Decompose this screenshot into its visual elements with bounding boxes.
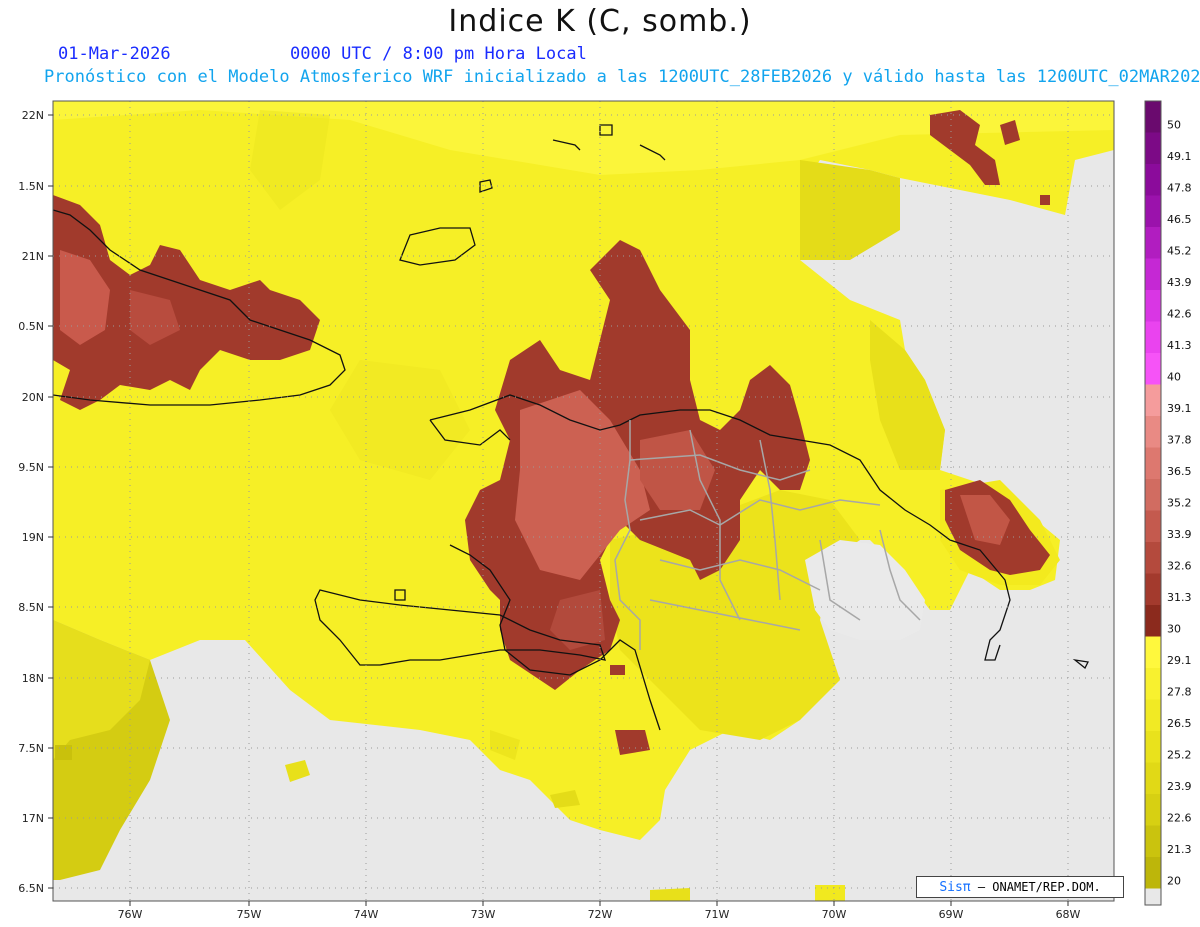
lat-label: 7.5N [18, 742, 44, 755]
legend-swatch [1145, 825, 1161, 857]
lat-label: 8.5N [18, 601, 44, 614]
legend-swatch [1145, 699, 1161, 731]
lat-label: 20N [22, 391, 44, 404]
legend-label: 26.5 [1167, 717, 1192, 730]
lat-labels: 22N 1.5N 21N 0.5N 20N 9.5N 19N 8.5N 18N … [18, 109, 44, 895]
legend-label: 33.9 [1167, 528, 1192, 541]
legend-label: 21.3 [1167, 843, 1192, 856]
legend-swatch [1145, 762, 1161, 794]
legend-label: 45.2 [1167, 245, 1192, 258]
legend-swatch [1145, 258, 1161, 290]
legend-label: 25.2 [1167, 749, 1192, 762]
legend-nodata-swatch [1145, 888, 1161, 905]
lon-label: 72W [588, 908, 613, 921]
lat-label: 17N [22, 812, 44, 825]
lat-label: 21N [22, 250, 44, 263]
lat-label: 22N [22, 109, 44, 122]
legend-label: 23.9 [1167, 780, 1192, 793]
legend-swatch [1145, 479, 1161, 511]
legend-label: 20 [1167, 875, 1181, 888]
sis-logo: Sisπ [939, 880, 971, 895]
legend-swatch [1145, 447, 1161, 479]
lon-label: 76W [118, 908, 143, 921]
lon-label: 73W [471, 908, 496, 921]
legend-swatch [1145, 321, 1161, 353]
legend-label: 30 [1167, 623, 1181, 636]
credit-box: Sisπ – ONAMET/REP.DOM. [916, 876, 1124, 898]
lat-label: 18N [22, 672, 44, 685]
legend-label: 29.1 [1167, 654, 1192, 667]
legend-swatch [1145, 195, 1161, 227]
legend-swatch [1145, 416, 1161, 448]
lat-label: 1.5N [18, 180, 44, 193]
legend-label: 36.5 [1167, 465, 1192, 478]
legend-label: 49.1 [1167, 150, 1192, 163]
lon-label: 75W [237, 908, 262, 921]
lon-label: 68W [1056, 908, 1081, 921]
legend-label: 31.3 [1167, 591, 1192, 604]
lon-label: 71W [705, 908, 730, 921]
legend-label: 40 [1167, 371, 1181, 384]
legend-swatch [1145, 573, 1161, 605]
weather-map: 22N 1.5N 21N 0.5N 20N 9.5N 19N 8.5N 18N … [18, 100, 1192, 921]
credit-text: – ONAMET/REP.DOM. [977, 880, 1101, 894]
legend-label: 46.5 [1167, 213, 1192, 226]
legend-label: 37.8 [1167, 434, 1192, 447]
legend-label: 35.2 [1167, 497, 1192, 510]
legend-label: 41.3 [1167, 339, 1192, 352]
legend-swatch [1145, 668, 1161, 700]
legend-swatch [1145, 290, 1161, 322]
lon-label: 69W [939, 908, 964, 921]
legend-swatch [1145, 542, 1161, 574]
lon-label: 74W [354, 908, 379, 921]
legend-swatch [1145, 731, 1161, 763]
legend-swatch [1145, 794, 1161, 826]
legend-swatch [1145, 101, 1161, 133]
lat-label: 6.5N [18, 882, 44, 895]
legend-swatch [1145, 227, 1161, 259]
legend-label: 22.6 [1167, 812, 1192, 825]
legend-label: 27.8 [1167, 686, 1192, 699]
lat-label: 0.5N [18, 320, 44, 333]
lat-label: 19N [22, 531, 44, 544]
lon-label: 70W [822, 908, 847, 921]
legend-label: 47.8 [1167, 182, 1192, 195]
legend-swatch [1145, 384, 1161, 416]
lon-labels: 76W 75W 74W 73W 72W 71W 70W 69W 68W [118, 908, 1081, 921]
legend-swatch [1145, 353, 1161, 385]
legend-label: 32.6 [1167, 560, 1192, 573]
legend-swatch [1145, 605, 1161, 637]
legend-swatch [1145, 857, 1161, 889]
legend-label: 43.9 [1167, 276, 1192, 289]
legend-label: 39.1 [1167, 402, 1192, 415]
legend-swatch [1145, 636, 1161, 668]
legend-label: 42.6 [1167, 308, 1192, 321]
color-legend: 50 49.1 47.8 46.5 45.2 43.9 42.6 41.3 40 39.1 37.8… [1144, 100, 1192, 906]
legend-swatch [1145, 132, 1161, 164]
legend-label: 50 [1167, 119, 1181, 132]
legend-swatch [1145, 510, 1161, 542]
legend-swatch [1145, 164, 1161, 196]
lat-label: 9.5N [18, 461, 44, 474]
